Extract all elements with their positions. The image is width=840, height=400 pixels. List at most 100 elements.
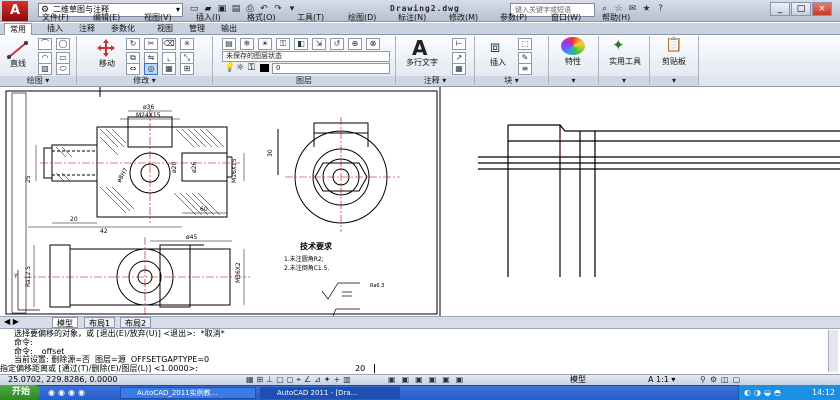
taskbar-item-autocad[interactable]: AutoCAD 2011 - [Dra... (260, 387, 400, 399)
coordinate-readout[interactable]: 25.0702, 229.8286, 0.0000 (8, 375, 117, 385)
draw-panel-title[interactable]: 绘图 ▾ (0, 76, 76, 86)
clipboard-label[interactable]: 剪贴板 (654, 56, 694, 67)
layer-state-dropdown[interactable]: 未保存的图层状态 (222, 51, 390, 62)
menu-insert[interactable]: 插入(I) (196, 12, 221, 23)
linear-dimension-icon[interactable]: ⊢ (452, 38, 466, 50)
sun-icon: ☼ (236, 63, 245, 73)
utilities-panel-title[interactable]: ▾ (599, 76, 649, 86)
tab-layout2[interactable]: 布局2 (120, 317, 152, 328)
command-history-line: 当前设置: 删除源=否 图层=源 OFFSETGAPTYPE=0 (14, 355, 210, 364)
tab-insert[interactable]: 插入 (42, 23, 68, 35)
rotate-icon[interactable]: ↻ (126, 38, 140, 50)
layers-panel-title[interactable]: 图层 (213, 76, 395, 86)
layer-dropdown[interactable]: 0 (272, 63, 390, 74)
join-icon[interactable]: ⊞ (180, 63, 194, 75)
tab-annotate[interactable]: 注释 (74, 23, 100, 35)
tab-layout1[interactable]: 布局1 (84, 317, 116, 328)
tab-parametric[interactable]: 参数化 (106, 23, 140, 35)
utilities-label[interactable]: 实用工具 (603, 56, 647, 67)
drafting-toggle-icons[interactable]: ▣▣▣▣▣▣ (388, 375, 478, 385)
layer-lock-icon[interactable]: ⚿ (276, 38, 290, 50)
line-tool-button[interactable] (6, 40, 30, 60)
layer-merge-icon[interactable]: ⊗ (366, 38, 380, 50)
layer-color-swatch (260, 64, 269, 72)
utilities-icon[interactable]: ✦ (612, 36, 625, 54)
layer-freeze-icon[interactable]: ❄ (240, 38, 254, 50)
properties-panel-title[interactable]: ▾ (549, 76, 598, 86)
drawing-canvas[interactable]: ø36 M24X15 20 60 42 ø8H7 25 M16X15 ø26 ø… (0, 87, 840, 316)
create-block-icon[interactable]: ⬚ (518, 38, 532, 50)
layer-off-icon[interactable]: ☀ (258, 38, 272, 50)
menu-window[interactable]: 窗口(W) (551, 12, 581, 23)
status-tray-icons[interactable]: ⚲⚙◫▢ (700, 375, 744, 385)
tray-icons[interactable]: ◐◑◒◓ (744, 388, 784, 397)
menu-help[interactable]: 帮助(H) (602, 12, 630, 23)
layer-match-icon[interactable]: ⇲ (312, 38, 326, 50)
layer-previous-icon[interactable]: ↺ (330, 38, 344, 50)
insert-label[interactable]: 插入 (484, 57, 512, 68)
menu-file[interactable]: 文件(F) (42, 12, 69, 23)
taskbar-item-tutorial[interactable]: AutoCAD_2011实例教... (120, 387, 256, 399)
save-as-icon[interactable]: ▤ (230, 3, 242, 16)
ucs-y-label: Y (13, 273, 18, 280)
help-icon[interactable]: ? (654, 3, 667, 16)
menu-edit[interactable]: 编辑(E) (93, 12, 120, 23)
menu-tools[interactable]: 工具(T) (297, 12, 324, 23)
ellipse-icon[interactable]: ⬭ (56, 63, 70, 75)
panel-separator (698, 36, 699, 85)
stretch-icon[interactable]: ⇔ (126, 63, 140, 75)
close-button[interactable]: × (812, 2, 832, 16)
array-icon[interactable]: ▦ (162, 63, 176, 75)
command-prompt: 指定偏移距离或 [通过(T)/删除(E)/图层(L)] <1.0000>: (0, 364, 198, 373)
offset-icon[interactable]: ◎ (144, 63, 158, 75)
table-icon[interactable]: ▦ (452, 63, 466, 75)
maximize-button[interactable]: □ (791, 2, 811, 16)
mtext-label[interactable]: 多行文字 (400, 57, 444, 68)
trim-icon[interactable]: ✂ (144, 38, 158, 50)
dim-label: 20 (70, 216, 78, 223)
layer-isolate-icon[interactable]: ◧ (294, 38, 308, 50)
properties-icon[interactable] (561, 37, 585, 55)
chevron-down-icon: ▾ (175, 5, 180, 14)
model-space-label[interactable]: 模型 (570, 375, 586, 385)
block-panel-title[interactable]: 块 ▾ (475, 76, 548, 86)
circle-icon[interactable]: ◯ (56, 38, 70, 50)
favorites-icon[interactable]: ★ (640, 3, 653, 16)
tab-nav-arrows[interactable]: ◀ ▶ (4, 317, 19, 326)
tab-model[interactable]: 模型 (52, 317, 78, 328)
layer-walk-icon[interactable]: ⊕ (348, 38, 362, 50)
layer-properties-icon[interactable]: ▤ (222, 38, 236, 50)
hatch-icon[interactable]: ▨ (38, 63, 52, 75)
move-icon (97, 39, 115, 57)
menu-modify[interactable]: 修改(M) (449, 12, 478, 23)
polyline-icon[interactable]: ⌒ (38, 38, 52, 50)
line-icon (7, 41, 28, 59)
annotation-scale[interactable]: A 1:1 ▾ (648, 375, 675, 385)
move-tool-label: 移动 (99, 59, 115, 68)
explode-icon[interactable]: ✳ (180, 38, 194, 50)
attribute-icon[interactable]: ≡ (518, 63, 532, 75)
menu-dimension[interactable]: 标注(N) (398, 12, 426, 23)
menu-view[interactable]: 视图(V) (144, 12, 172, 23)
clipboard-panel-title[interactable]: ▾ (650, 76, 698, 86)
menu-draw[interactable]: 绘图(D) (348, 12, 376, 23)
menu-format[interactable]: 格式(O) (247, 12, 276, 23)
insert-block-icon[interactable]: ⧈ (490, 37, 500, 57)
modify-panel-title[interactable]: 修改 ▾ (77, 76, 212, 86)
annotation-panel-title[interactable]: 注释 ▾ (396, 76, 474, 86)
command-input[interactable]: 20 (355, 364, 375, 373)
move-tool-button[interactable] (94, 38, 118, 58)
erase-icon[interactable]: ⌫ (162, 38, 176, 50)
quick-launch-icons[interactable]: ◉◉◉◉ (48, 388, 88, 397)
minimize-button[interactable]: _ (770, 2, 790, 16)
drafting-toggles[interactable]: ▦⊞⊥▢◻⌖∠⊿✦+▥ (246, 375, 354, 385)
command-scrollbar[interactable] (828, 330, 838, 372)
clipboard-icon[interactable]: 📋 (665, 37, 682, 53)
start-button[interactable]: 开始 (0, 385, 40, 400)
menu-parametric[interactable]: 参数(P) (500, 12, 527, 23)
application-menu-button[interactable]: A (2, 1, 28, 21)
tab-manage[interactable]: 管理 (184, 23, 210, 35)
tab-view[interactable]: 视图 (152, 23, 178, 35)
tab-output[interactable]: 输出 (216, 23, 242, 35)
properties-label[interactable]: 特性 (557, 56, 589, 67)
